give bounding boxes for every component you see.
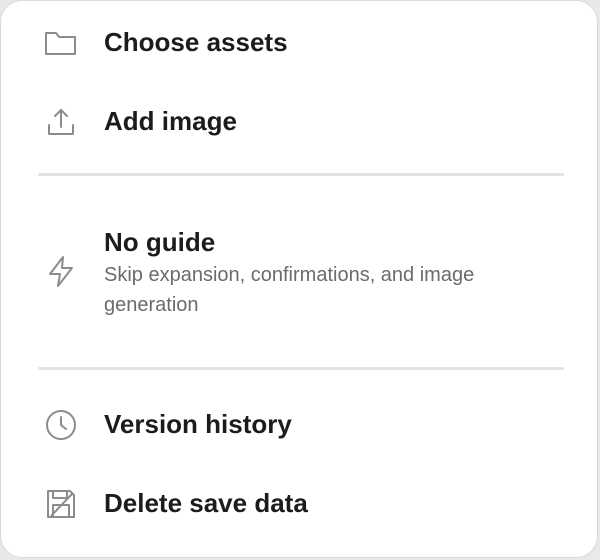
menu-item-label: Add image [104, 106, 237, 136]
menu-item-no-guide[interactable]: No guide Skip expansion, confirmations, … [1, 213, 597, 333]
save-delete-icon [43, 486, 79, 522]
menu-item-label: No guide [104, 227, 216, 257]
clock-icon [43, 407, 79, 443]
menu-item-label: Choose assets [104, 27, 288, 57]
folder-icon [43, 25, 79, 61]
menu-item-label: Version history [104, 409, 292, 439]
lightning-icon [43, 253, 79, 289]
options-menu: Choose assets Add image No guide Skip ex… [0, 0, 598, 558]
menu-divider [38, 173, 564, 176]
menu-divider [38, 367, 564, 370]
menu-item-description: Skip expansion, confirmations, and image… [104, 264, 475, 316]
menu-item-label: Delete save data [104, 488, 308, 518]
menu-item-version-history[interactable]: Version history [1, 399, 597, 451]
menu-item-choose-assets[interactable]: Choose assets [1, 17, 597, 69]
menu-item-add-image[interactable]: Add image [1, 96, 597, 148]
menu-item-delete-save-data[interactable]: Delete save data [1, 478, 597, 530]
upload-icon [43, 104, 79, 140]
